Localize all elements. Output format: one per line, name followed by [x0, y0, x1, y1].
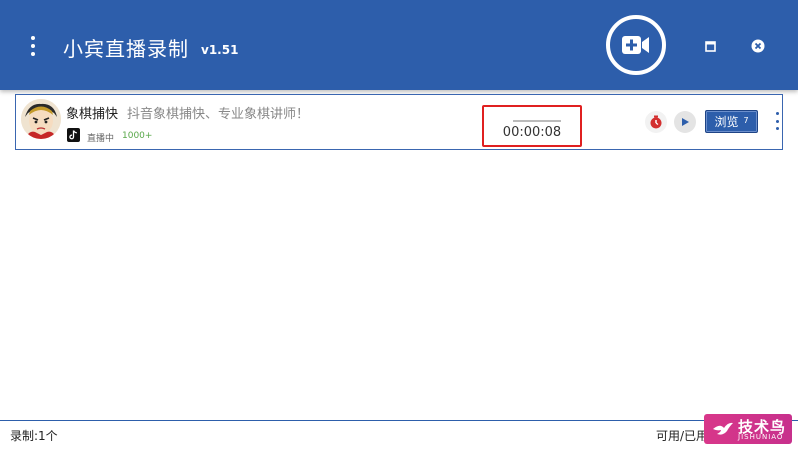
add-recording-button[interactable] [606, 15, 666, 75]
more-vertical-icon[interactable] [773, 112, 781, 130]
streamer-avatar [21, 99, 61, 139]
play-icon [682, 118, 689, 126]
timer-progress-bar [513, 120, 561, 122]
live-status: 直播中 [87, 134, 115, 144]
play-button[interactable] [674, 111, 696, 133]
browse-button[interactable]: 浏览 7 [705, 110, 758, 133]
recording-row[interactable]: 象棋捕快 抖音象棋捕快、专业象棋讲师！ 直播中 1000+ 00:00:08 浏… [15, 94, 783, 150]
app-title: 小宾直播录制 [63, 37, 189, 61]
browse-label: 浏览 [714, 115, 739, 129]
stop-record-icon [650, 115, 662, 129]
close-circle-icon [751, 39, 765, 53]
maximize-button[interactable] [700, 36, 720, 56]
elapsed-time: 00:00:08 [502, 125, 562, 140]
video-camera-add-icon [622, 36, 649, 54]
app-version: v1.51 [201, 43, 239, 57]
bird-logo-icon [713, 422, 733, 435]
close-button[interactable] [748, 36, 768, 56]
streamer-name: 象棋捕快 [66, 107, 119, 122]
status-bar: 录制:1个 可用/已用 [0, 420, 798, 452]
disk-usage: 可用/已用 [656, 429, 709, 443]
recording-count: 录制:1个 [10, 429, 58, 443]
watermark-subtext: JISHUNIAO [738, 433, 784, 441]
viewer-count: 1000+ [122, 131, 153, 141]
maximize-icon [704, 40, 716, 52]
watermark-logo: 技术鸟 JISHUNIAO [704, 414, 792, 444]
tiktok-icon [67, 128, 80, 142]
stop-record-button[interactable] [645, 111, 667, 133]
title-bar: 小宾直播录制 v1.51 [0, 0, 798, 90]
menu-kebab-icon[interactable] [24, 36, 42, 56]
browse-count: 7 [743, 115, 749, 125]
stream-description: 抖音象棋捕快、专业象棋讲师！ [127, 107, 310, 122]
recording-timer: 00:00:08 [482, 105, 582, 147]
